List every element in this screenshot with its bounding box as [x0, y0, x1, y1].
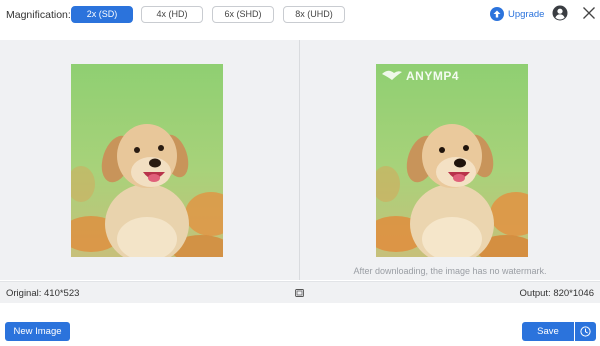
close-icon[interactable] — [582, 6, 596, 20]
magnification-6x-button[interactable]: 6x (SHD) — [212, 6, 274, 23]
compare-view-icon[interactable] — [295, 289, 304, 297]
output-image: ANYMP4 — [376, 64, 528, 257]
original-size-label: Original: 410*523 — [6, 288, 80, 299]
magnification-label: Magnification: — [6, 9, 71, 21]
watermark-text: ANYMP4 — [406, 69, 460, 83]
clock-icon — [580, 326, 591, 337]
save-button[interactable]: Save — [522, 322, 574, 341]
new-image-button[interactable]: New Image — [5, 322, 70, 341]
magnification-4x-button[interactable]: 4x (HD) — [141, 6, 203, 23]
magnification-2x-button[interactable]: 2x (SD) — [71, 6, 133, 23]
top-toolbar: Magnification: 2x (SD) 4x (HD) 6x (SHD) … — [0, 0, 600, 30]
user-account-icon[interactable] — [552, 5, 568, 21]
magnification-8x-button[interactable]: 8x (UHD) — [283, 6, 345, 23]
upgrade-label: Upgrade — [508, 8, 545, 20]
original-image — [71, 64, 223, 257]
output-size-label: Output: 820*1046 — [519, 288, 594, 299]
upgrade-arrow-icon — [490, 7, 504, 21]
preview-area: ANYMP4 After downloading, the image has … — [0, 40, 600, 280]
upgrade-link[interactable]: Upgrade — [490, 6, 544, 22]
no-watermark-note: After downloading, the image has no wate… — [353, 266, 547, 276]
save-schedule-button[interactable] — [575, 322, 596, 341]
panel-divider — [299, 40, 300, 280]
info-bar: Original: 410*523 Output: 820*1046 — [0, 281, 600, 303]
